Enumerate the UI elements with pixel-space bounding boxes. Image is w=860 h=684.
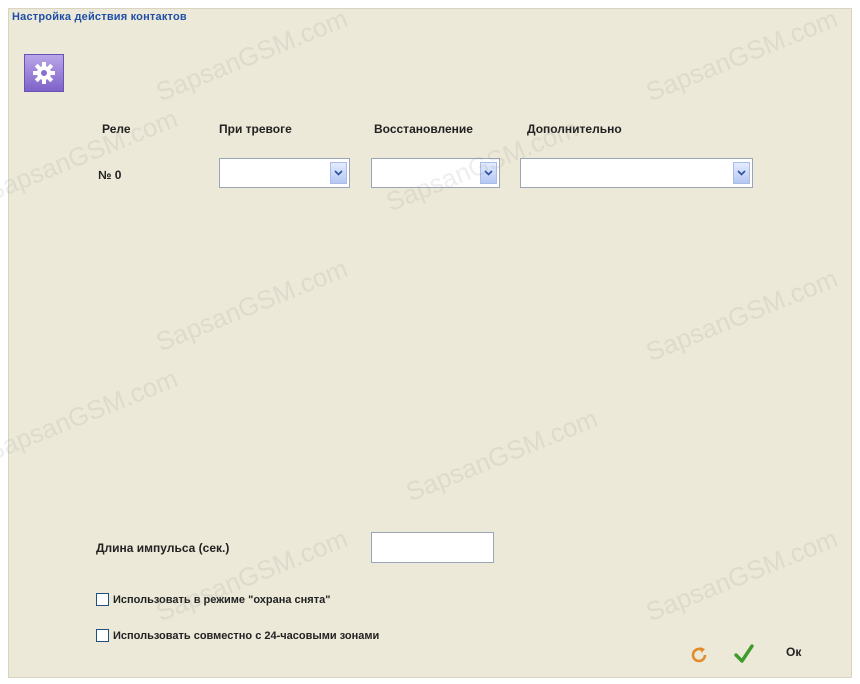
- settings-panel: [8, 8, 852, 678]
- pulse-length-input[interactable]: [371, 532, 494, 563]
- ok-button[interactable]: Ок: [786, 645, 801, 659]
- checkmark-icon[interactable]: [733, 642, 755, 666]
- on-alarm-select[interactable]: [219, 158, 350, 188]
- column-header-relay: Реле: [102, 122, 131, 136]
- 24h-zones-label: Использовать совместно с 24-часовыми зон…: [113, 629, 380, 642]
- refresh-icon[interactable]: [688, 644, 710, 666]
- column-header-on-restore: Восстановление: [374, 122, 473, 136]
- disarmed-mode-checkbox[interactable]: [96, 593, 109, 606]
- relay-row-label: № 0: [98, 168, 122, 182]
- window-title: Настройка действия контактов: [12, 11, 187, 23]
- on-restore-select[interactable]: [371, 158, 500, 188]
- option-disarmed-mode[interactable]: Использовать в режиме "охрана снята": [96, 593, 330, 606]
- option-24h-zones[interactable]: Использовать совместно с 24-часовыми зон…: [96, 629, 379, 642]
- column-header-additional: Дополнительно: [527, 122, 622, 136]
- chevron-down-icon[interactable]: [330, 162, 347, 184]
- column-header-on-alarm: При тревоге: [219, 122, 292, 136]
- gear-icon: [24, 54, 64, 92]
- chevron-down-icon[interactable]: [480, 162, 497, 184]
- pulse-length-label: Длина импульса (сек.): [96, 541, 230, 555]
- 24h-zones-checkbox[interactable]: [96, 629, 109, 642]
- disarmed-mode-label: Использовать в режиме "охрана снята": [113, 593, 331, 606]
- additional-select[interactable]: [520, 158, 753, 188]
- chevron-down-icon[interactable]: [733, 162, 750, 184]
